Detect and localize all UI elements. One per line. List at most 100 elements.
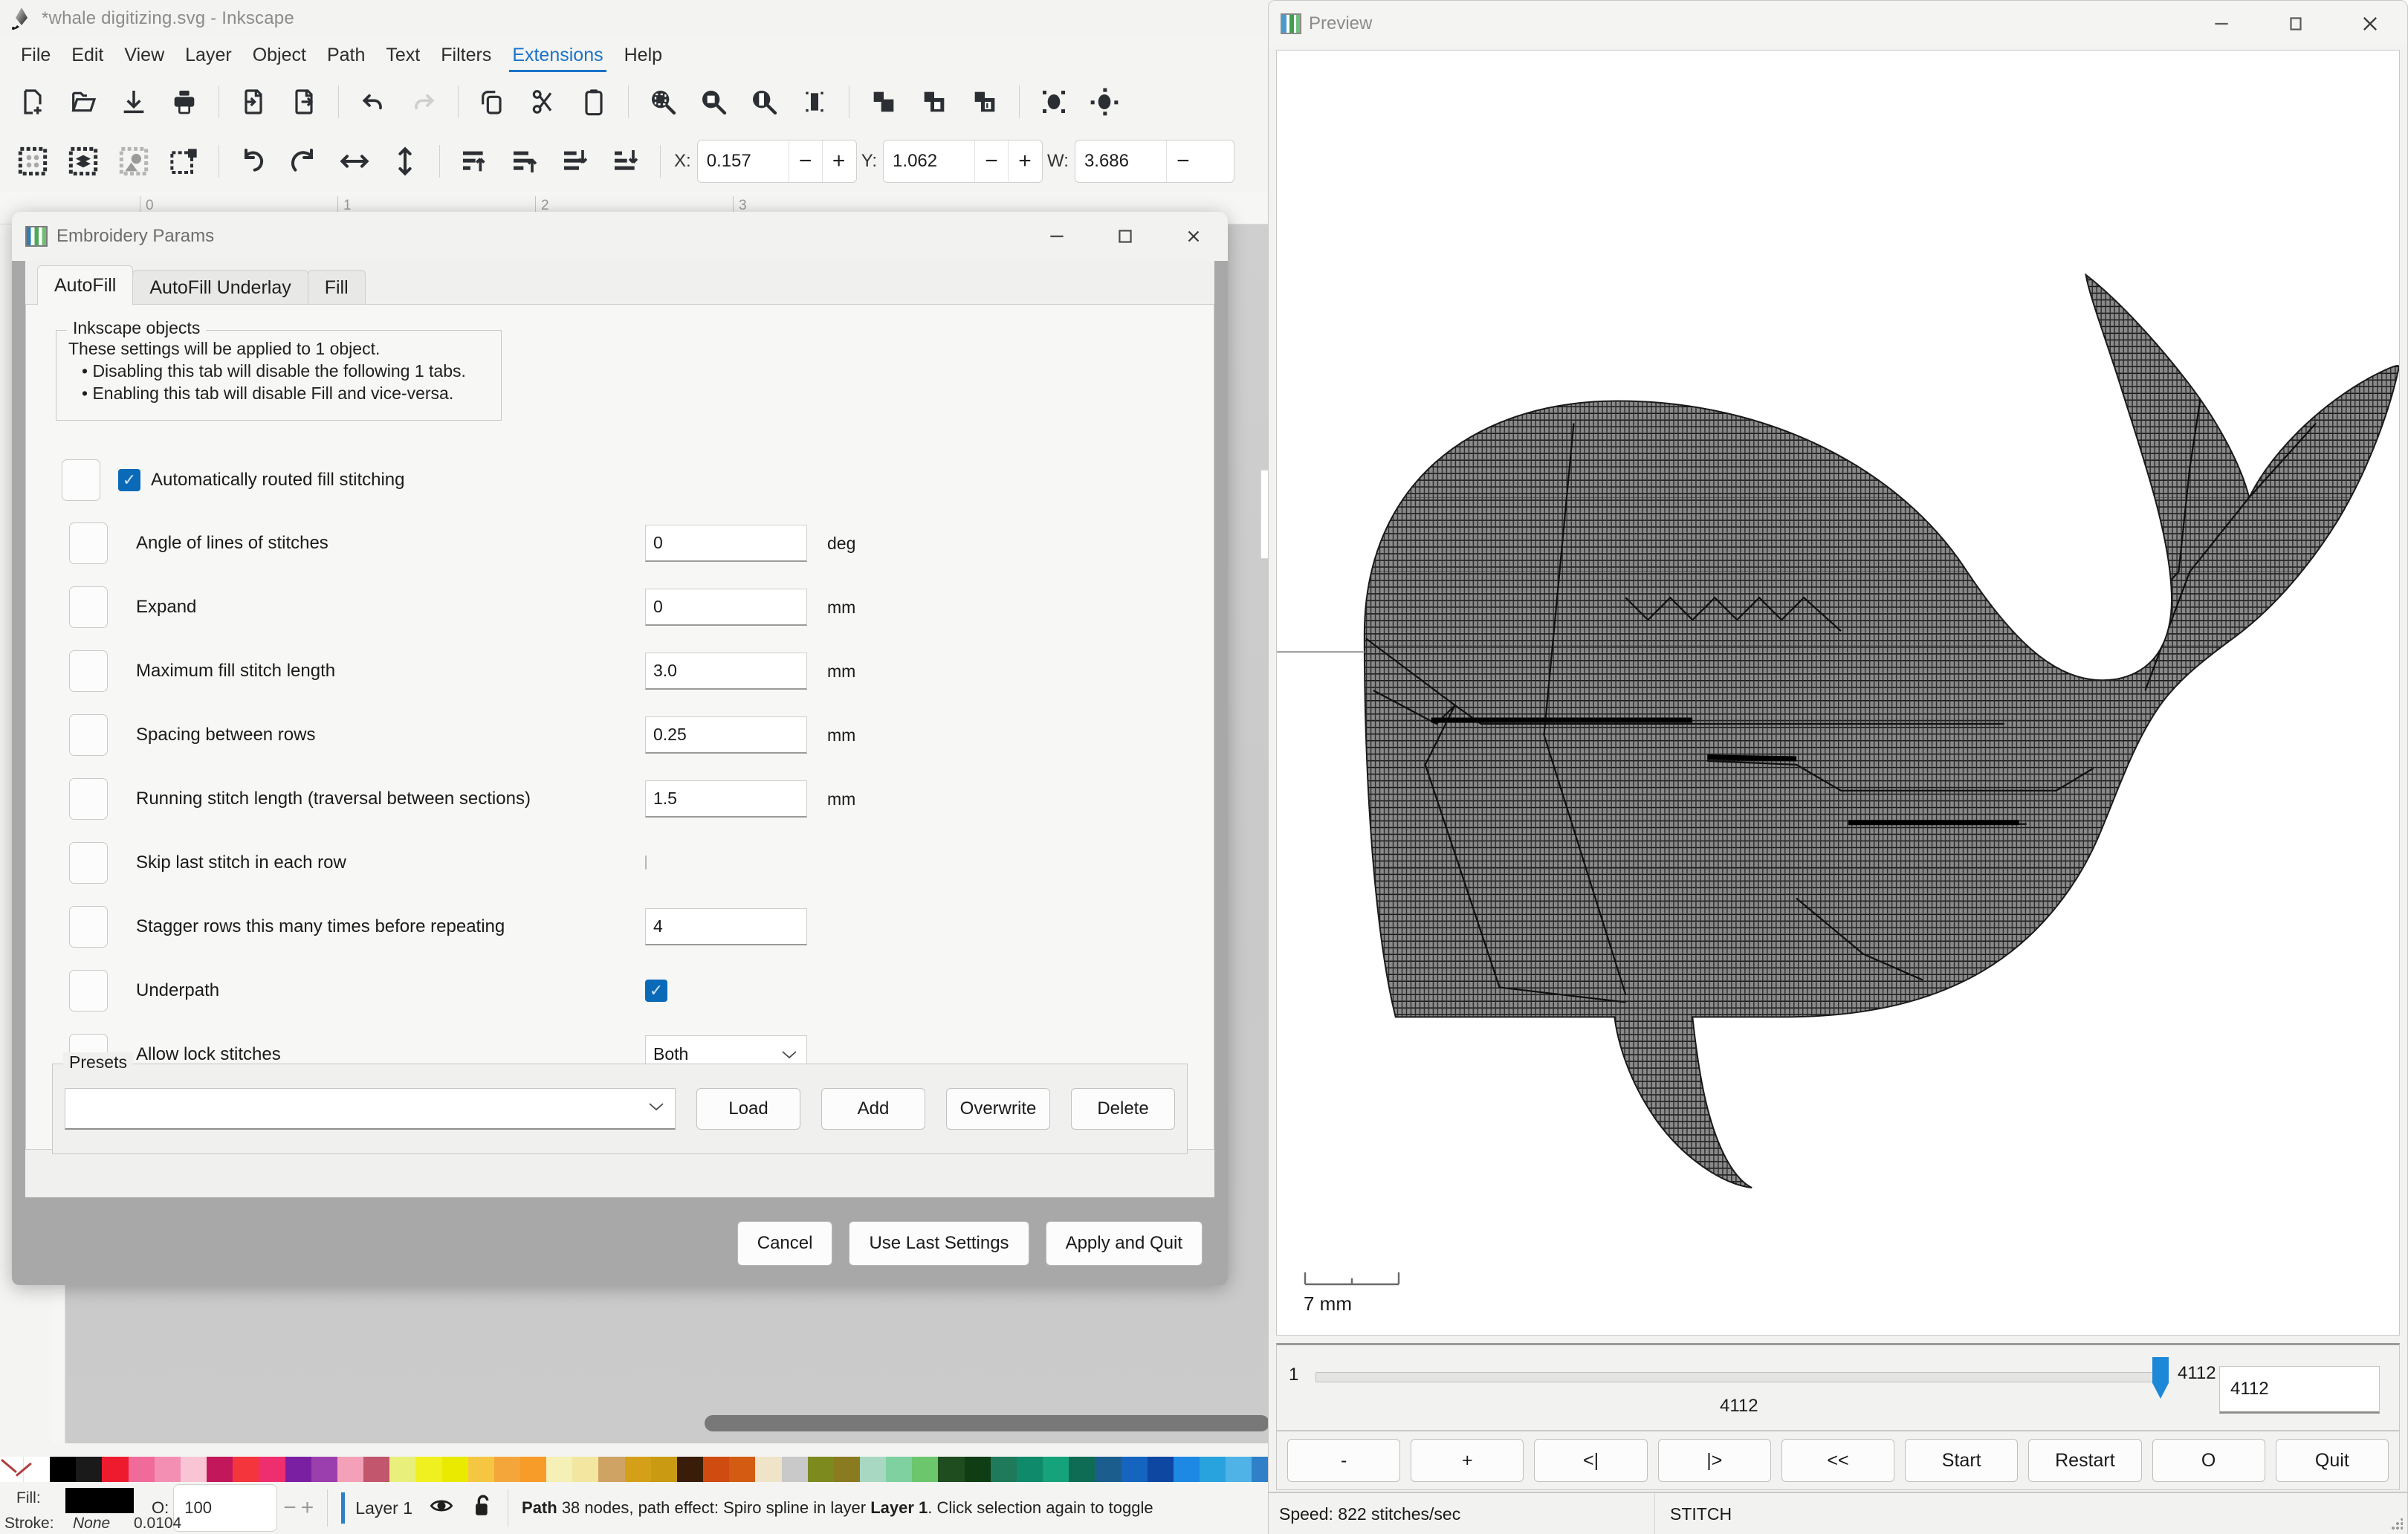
maximize-icon[interactable]: [2259, 1, 2333, 47]
paste-icon[interactable]: [573, 81, 615, 123]
palette-swatch[interactable]: [1043, 1457, 1069, 1482]
palette-swatch[interactable]: [546, 1457, 572, 1482]
palette-swatch[interactable]: [625, 1457, 651, 1482]
palette-swatch[interactable]: [1226, 1457, 1252, 1482]
row-underpath[interactable]: Underpath ✓: [69, 959, 219, 1023]
tab-fill[interactable]: Fill: [308, 270, 366, 305]
menu-extensions[interactable]: Extensions: [502, 43, 613, 68]
swatch-none[interactable]: [0, 1457, 24, 1482]
x-decrement-button[interactable]: −: [789, 140, 822, 182]
row-spacing-checkbox[interactable]: [69, 714, 108, 756]
fill-swatch[interactable]: [65, 1488, 134, 1513]
preview-canvas[interactable]: 7 mm: [1276, 50, 2400, 1336]
row-underpath-field[interactable]: ✓: [645, 980, 667, 1002]
palette-swatch[interactable]: [181, 1457, 207, 1482]
palette-swatch[interactable]: [755, 1457, 781, 1482]
rotate-ccw-icon[interactable]: [233, 140, 274, 182]
row-skip-last-stitch[interactable]: Skip last stitch in each row: [69, 831, 346, 895]
stitch-slider-thumb[interactable]: [2152, 1357, 2169, 1399]
row-spacing-field[interactable]: 0.25: [645, 716, 807, 754]
x-coordinate-field[interactable]: X: − +: [674, 140, 857, 183]
restart-button[interactable]: Restart: [2028, 1439, 2141, 1482]
inkscape-toolbar-primary[interactable]: [0, 73, 1278, 131]
palette-swatch[interactable]: [363, 1457, 389, 1482]
tab-autofill[interactable]: AutoFill: [37, 265, 133, 305]
menu-object[interactable]: Object: [242, 43, 317, 68]
resize-grip-icon[interactable]: [2391, 1518, 2403, 1530]
palette-swatch[interactable]: [468, 1457, 494, 1482]
palette-swatch[interactable]: [912, 1457, 938, 1482]
palette-swatch[interactable]: [677, 1457, 703, 1482]
canvas-horizontal-scrollbar[interactable]: [705, 1415, 1269, 1431]
y-decrement-button[interactable]: −: [974, 140, 1008, 182]
row-skip-last-toggle[interactable]: [645, 855, 647, 870]
inkscape-toolbar-secondary[interactable]: X: − + Y: − + W: −: [0, 131, 1278, 192]
row-angle-field[interactable]: 0: [645, 525, 807, 562]
row-max-fill-stitch-length[interactable]: Maximum fill stitch length 3.0 mm: [69, 639, 335, 703]
close-icon[interactable]: [1159, 212, 1228, 261]
x-spinner[interactable]: − +: [697, 140, 857, 183]
speed-increase-button[interactable]: +: [1411, 1439, 1524, 1482]
minimize-icon[interactable]: [2184, 1, 2259, 47]
row-spacing-between-rows[interactable]: Spacing between rows 0.25 mm: [69, 703, 315, 767]
presets-add-button[interactable]: Add: [821, 1088, 925, 1130]
layer-indicator[interactable]: Layer 1: [341, 1492, 494, 1524]
eye-icon[interactable]: [429, 1495, 454, 1521]
w-input[interactable]: [1075, 150, 1166, 172]
palette-swatch[interactable]: [50, 1457, 76, 1482]
cancel-button[interactable]: Cancel: [737, 1221, 833, 1266]
row-stagger-input[interactable]: 4: [645, 908, 807, 945]
clone-icon[interactable]: [913, 81, 955, 123]
palette-swatch[interactable]: [520, 1457, 546, 1482]
speed-decrease-button[interactable]: -: [1287, 1439, 1400, 1482]
menu-help[interactable]: Help: [614, 43, 673, 68]
group-icon[interactable]: [863, 81, 904, 123]
row-max-fill-field[interactable]: 3.0: [645, 653, 807, 690]
zoom-selection-icon[interactable]: [642, 81, 684, 123]
minimize-icon[interactable]: [1023, 212, 1091, 261]
row-max-fill-checkbox[interactable]: [69, 650, 108, 692]
row-angle-checkbox[interactable]: [69, 522, 108, 564]
palette-swatch[interactable]: [233, 1457, 259, 1482]
close-icon[interactable]: [2333, 1, 2407, 47]
object-to-path-icon[interactable]: [1033, 81, 1075, 123]
palette-swatch[interactable]: [129, 1457, 155, 1482]
zoom-page-icon[interactable]: [743, 81, 785, 123]
opacity-increment-icon[interactable]: +: [301, 1495, 314, 1521]
zoom-page-width-icon[interactable]: [794, 81, 835, 123]
zoom-drawing-icon[interactable]: [693, 81, 734, 123]
cut-icon[interactable]: [522, 81, 564, 123]
menu-file[interactable]: File: [10, 43, 61, 68]
raise-to-top-icon[interactable]: [453, 140, 495, 182]
lower-to-bottom-icon[interactable]: [605, 140, 647, 182]
row-expand-checkbox[interactable]: [69, 586, 108, 628]
stroke-to-path-icon[interactable]: [1084, 81, 1125, 123]
dialog-footer[interactable]: Cancel Use Last Settings Apply and Quit: [721, 1221, 1203, 1266]
duplicate-icon[interactable]: [472, 81, 514, 123]
palette-swatch[interactable]: [598, 1457, 624, 1482]
row-running-stitch-length[interactable]: Running stitch length (traversal between…: [69, 767, 531, 831]
y-increment-button[interactable]: +: [1008, 140, 1041, 182]
palette-swatch[interactable]: [834, 1457, 860, 1482]
palette-swatch[interactable]: [1017, 1457, 1043, 1482]
lower-icon[interactable]: [554, 140, 596, 182]
w-decrement-button[interactable]: −: [1166, 140, 1200, 182]
palette-swatch[interactable]: [259, 1457, 285, 1482]
palette-swatch[interactable]: [1200, 1457, 1226, 1482]
step-forward-button[interactable]: |>: [1658, 1439, 1771, 1482]
presets-overwrite-button[interactable]: Overwrite: [946, 1088, 1050, 1130]
palette-swatch[interactable]: [415, 1457, 441, 1482]
row-angle-of-lines[interactable]: Angle of lines of stitches 0 deg: [69, 511, 328, 575]
row-running-field[interactable]: 1.5: [645, 780, 807, 818]
select-all-layers-icon[interactable]: [62, 140, 104, 182]
dialog-window-buttons[interactable]: [1023, 212, 1228, 261]
deselect-icon[interactable]: [113, 140, 155, 182]
row-max-fill-input[interactable]: 3.0: [645, 653, 807, 690]
color-palette[interactable]: [0, 1457, 1278, 1482]
rewind-button[interactable]: <<: [1781, 1439, 1894, 1482]
row-expand-field[interactable]: 0: [645, 589, 807, 626]
palette-swatch[interactable]: [1122, 1457, 1148, 1482]
palette-swatch[interactable]: [886, 1457, 912, 1482]
open-folder-icon[interactable]: [62, 81, 104, 123]
y-coordinate-field[interactable]: Y: − +: [861, 140, 1043, 183]
